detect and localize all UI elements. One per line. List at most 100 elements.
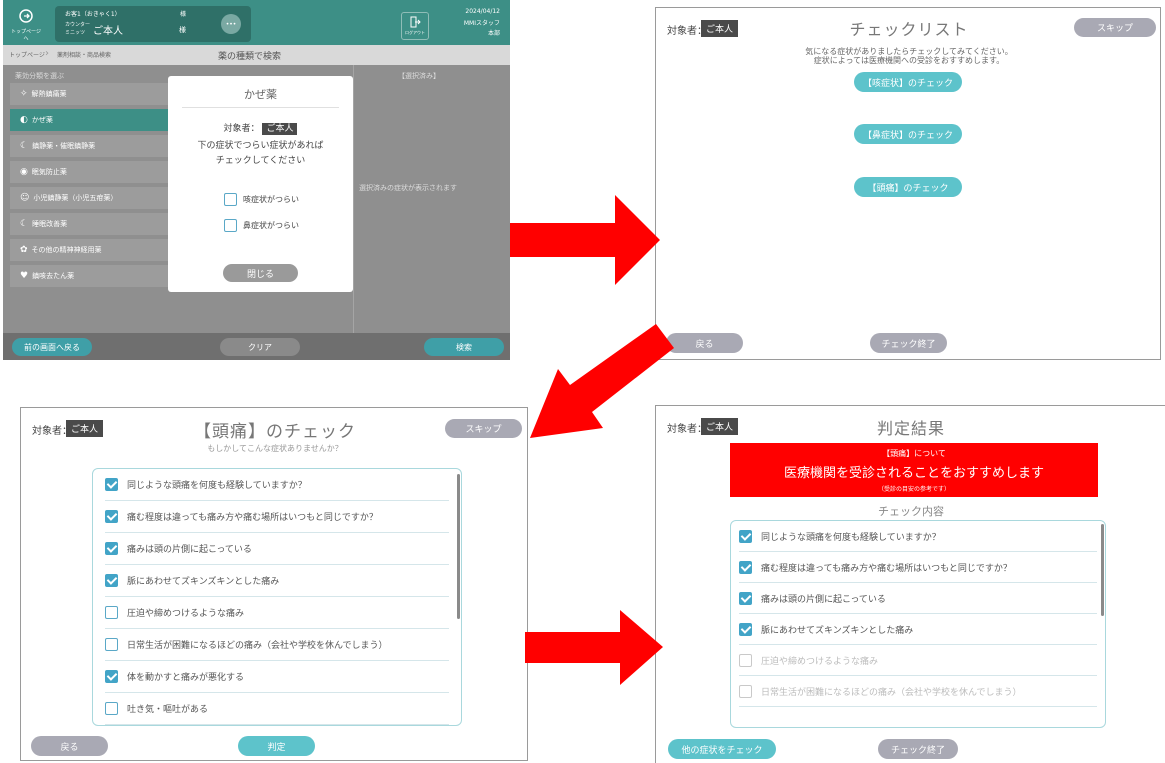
list-item[interactable]: 吐き気・嘔吐がある [105,693,449,725]
back-previous-button[interactable]: 前の画面へ戻る [12,338,92,356]
checkbox-empty-icon[interactable] [105,702,118,715]
patient-honorific: 様 [179,26,186,34]
clear-button[interactable]: クリア [220,338,300,356]
checkbox-empty-icon [739,684,752,698]
category-label: 解熱鎮痛薬 [31,90,67,98]
list-item[interactable]: 痛みは頭の片側に起こっている [105,533,449,565]
symptom-dialog: かぜ薬 対象者： ご本人 下の症状でつらい症状があれば チェックしてください 咳… [168,76,353,292]
arrow-right-1-icon [510,195,660,285]
selected-header: 【選択済み】 [398,72,440,80]
finish-check-button[interactable]: チェック終了 [870,333,947,353]
option-label: 鼻症状がつらい [243,221,299,230]
arrow-right-2-icon [525,610,663,685]
scrollbar[interactable] [1101,524,1104,616]
category-item[interactable]: ◉ 眠気防止薬 [10,161,170,183]
headache-check-subtitle: もしかしてこんな症状ありませんか？ [207,444,343,453]
list-item[interactable]: 同じような頭痛を何度も経験していますか？ [105,469,449,501]
other-symptom-button[interactable]: 他の症状をチェック [668,739,776,759]
sparkle-icon: ✧ [20,89,28,99]
check-nose-button[interactable]: 【鼻症状】のチェック [854,124,962,144]
list-item[interactable]: 痛みは頭の片側に起こっている [739,583,1097,614]
check-headache-button[interactable]: 【頭痛】のチェック [854,177,962,197]
list-item[interactable]: 体を動かすと痛みが悪化する [105,661,449,693]
item-label: 痛みは頭の片側に起こっている [761,594,886,605]
banner-line-1: 【頭痛】について [882,449,946,458]
list-item[interactable]: 脈にあわせてズキンズキンとした痛み [105,565,449,597]
search-footer: 前の画面へ戻る クリア 検索 [3,333,510,360]
breadcrumb-bar: トップページ › 薬剤相談・商品検索 薬の種類で検索 [3,45,510,65]
checkbox-checked-icon[interactable] [105,478,118,491]
list-item[interactable]: 脈にあわせてズキンズキンとした痛み [739,614,1097,645]
patient-id-suffix: 様 [180,11,187,18]
finish-check-button[interactable]: チェック終了 [878,739,958,759]
search-button[interactable]: 検索 [424,338,504,356]
checkbox-cough[interactable] [224,193,237,206]
list-item[interactable]: 痛む程度は違っても痛み方や痛む場所はいつもと同じですか？ [739,552,1097,583]
logout-icon [410,16,421,28]
checkbox-checked-icon[interactable] [105,510,118,523]
sleep-icon: ☾ [20,219,29,229]
category-item[interactable]: ☾ 鎮静薬・催眠鎮静薬 [10,135,170,157]
menu-button[interactable]: ••• [221,14,241,34]
check-cough-button[interactable]: 【咳症状】のチェック [854,72,962,92]
check-contents-title: チェック内容 [878,505,944,518]
back-button[interactable]: 戻る [31,736,108,756]
child-icon: ☺ [20,193,30,203]
dialog-title-rule [182,107,339,108]
dialog-option-nose[interactable]: 鼻症状がつらい [224,219,299,232]
list-item[interactable]: 同じような頭痛を何度も経験していますか？ [739,521,1097,552]
breadcrumb-item-top[interactable]: トップページ [9,50,45,59]
scrollbar[interactable] [457,474,460,619]
skip-button[interactable]: スキップ [445,419,522,438]
counter-sub: ミニッツ [65,30,86,36]
throat-icon: ♥ [20,271,29,281]
home-button[interactable]: トップページへ [9,6,43,42]
list-item[interactable]: 圧迫や締めつけるような痛み [739,645,1097,676]
item-label: 日常生活が困難になるほどの痛み（会社や学校を休んでしまう） [761,687,1022,698]
panel-headache-check: 対象者： ご本人 【頭痛】のチェック もしかしてこんな症状ありませんか？ スキッ… [20,407,528,761]
breadcrumb-item-consult[interactable]: 薬剤相談・商品検索 [57,50,111,59]
checkbox-checked-icon [739,560,752,574]
judge-button[interactable]: 判定 [238,736,315,756]
checkbox-nose[interactable] [224,219,237,232]
dialog-subject: 対象者： ご本人 [168,121,353,135]
dialog-option-cough[interactable]: 咳症状がつらい [224,193,299,206]
checkbox-empty-icon[interactable] [105,606,118,619]
dialog-close-button[interactable]: 閉じる [223,264,298,282]
home-label: トップページへ [11,29,41,42]
dialog-instruction-1: 下の症状でつらい症状があれば [197,141,324,151]
header-staff: MMIスタッフ [463,20,500,27]
checkbox-checked-icon [739,591,752,605]
checkbox-empty-icon[interactable] [105,638,118,651]
item-label: 痛む程度は違っても痛み方や痛む場所はいつもと同じですか？ [127,513,378,523]
list-item[interactable]: 痛む程度は違っても痛み方や痛む場所はいつもと同じですか？ [105,501,449,533]
dialog-subject-value: ご本人 [262,123,298,135]
home-icon [19,9,33,23]
checkbox-checked-icon [739,622,752,636]
category-item[interactable]: ☺ 小児鎮静薬（小児五疳薬） [10,187,170,209]
category-item[interactable]: ✧ 解熱鎮痛薬 [10,83,170,105]
category-label: 鎮静薬・催眠鎮静薬 [32,142,96,150]
category-item[interactable]: ☾ 睡眠改善薬 [10,213,170,235]
list-item[interactable]: 日常生活が困難になるほどの痛み（会社や学校を休んでしまう） [105,629,449,661]
result-title: 判定結果 [876,419,945,438]
dialog-instruction-2: チェックしてください [215,156,306,166]
checkbox-checked-icon[interactable] [105,670,118,683]
item-label: 脈にあわせてズキンズキンとした痛み [127,577,280,587]
category-item[interactable]: ◐ かぜ薬 [10,109,170,131]
checkbox-checked-icon [739,529,752,543]
logout-button[interactable]: ログアウト [401,12,429,40]
logout-label: ログアウト [405,30,425,35]
moon-icon: ☾ [20,141,29,151]
checkbox-checked-icon[interactable] [105,574,118,587]
category-label: 眠気防止薬 [31,168,67,176]
dialog-title: かぜ薬 [244,88,277,101]
eye-icon: ◉ [20,167,28,177]
checkbox-checked-icon[interactable] [105,542,118,555]
skip-button[interactable]: スキップ [1074,18,1156,37]
category-item[interactable]: ♥ 鎮咳去たん薬 [10,265,170,287]
list-item[interactable]: 圧迫や締めつけるような痛み [105,597,449,629]
banner-line-2: 医療機関を受診されることをおすすめします [783,466,1044,481]
list-item[interactable]: 日常生活が困難になるほどの痛み（会社や学校を休んでしまう） [739,676,1097,707]
category-item[interactable]: ✿ その他の精神神経用薬 [10,239,170,261]
